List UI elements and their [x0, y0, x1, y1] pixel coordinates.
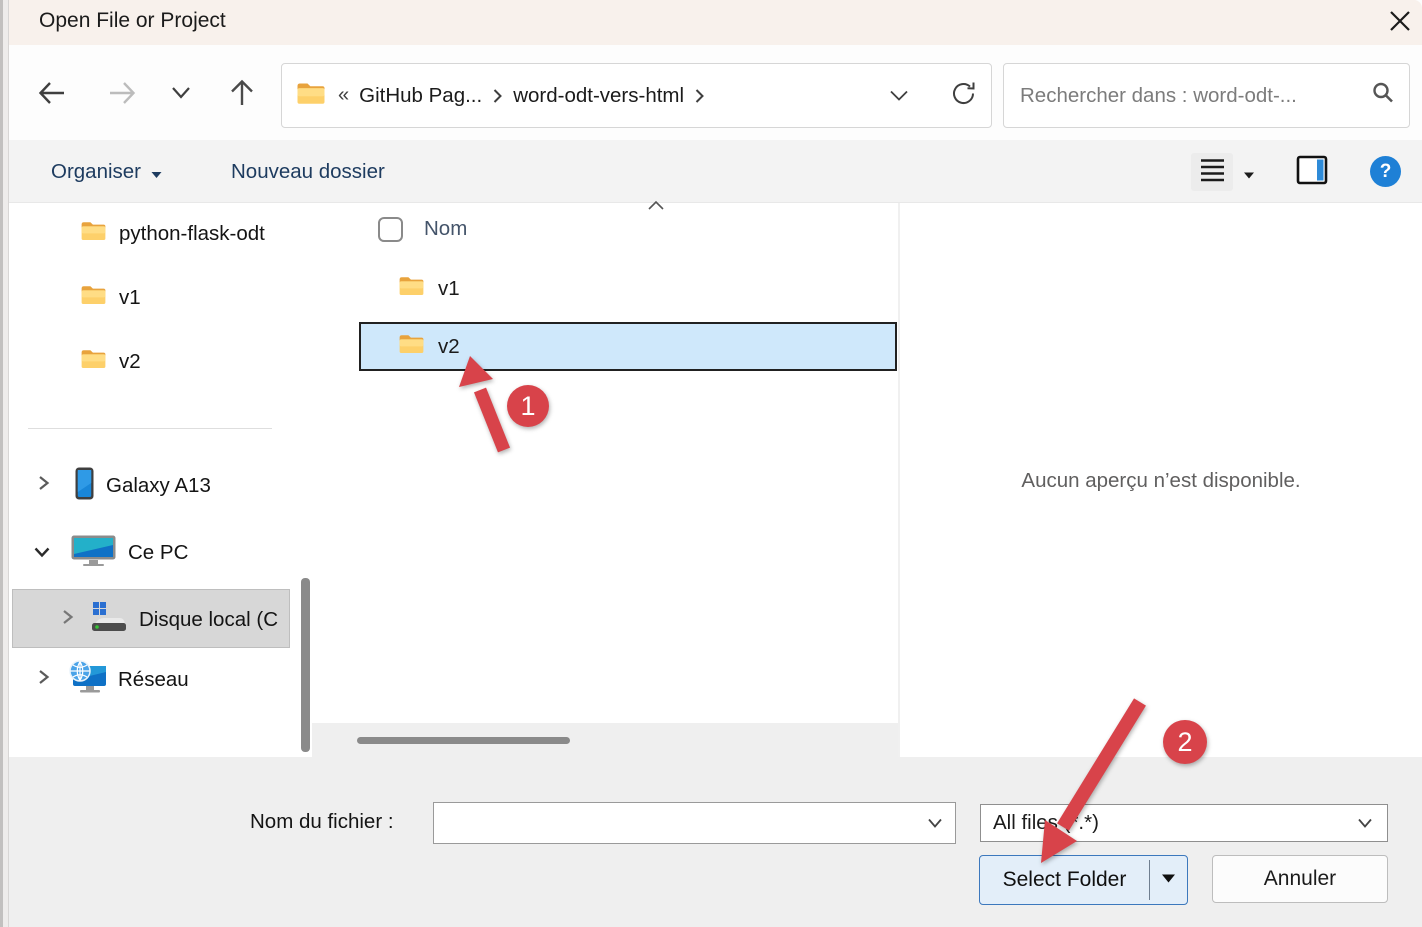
- open-file-dialog: Open File or Project « GitHub Pag...: [0, 0, 1422, 927]
- sidebar-item-v1[interactable]: v1: [80, 278, 141, 318]
- window-edge: [0, 0, 9, 927]
- search-box: [1003, 63, 1410, 128]
- back-button[interactable]: [36, 77, 68, 114]
- folder-icon: [398, 333, 425, 361]
- folder-icon: [80, 284, 107, 312]
- recent-locations-button[interactable]: [170, 85, 192, 106]
- new-folder-label: Nouveau dossier: [231, 160, 385, 184]
- local-disk-row-content: Disque local (C: [60, 598, 278, 642]
- new-folder-button[interactable]: Nouveau dossier: [231, 140, 385, 203]
- filetype-dropdown[interactable]: All files (*.*): [980, 804, 1388, 842]
- select-folder-label: Select Folder: [980, 856, 1149, 904]
- sidebar-scrollbar[interactable]: [301, 578, 310, 752]
- sidebar-item-label: Galaxy A13: [106, 474, 211, 498]
- sidebar-item-label: v2: [119, 350, 141, 374]
- chevron-right-icon: [36, 668, 51, 692]
- sidebar-item-label: Réseau: [118, 668, 189, 692]
- list-view-icon: [1199, 156, 1226, 188]
- close-icon: [1387, 8, 1413, 39]
- chevron-right-icon: [60, 608, 75, 632]
- list-horizontal-scrollbar[interactable]: [357, 737, 570, 744]
- sort-chevron-icon[interactable]: [646, 199, 666, 218]
- search-input[interactable]: [1020, 84, 1371, 108]
- sidebar-item-label: Disque local (C: [139, 608, 278, 632]
- chevron-down-icon: [1357, 817, 1373, 829]
- up-icon: [226, 77, 258, 114]
- filename-input[interactable]: [434, 803, 927, 843]
- titlebar: Open File or Project: [9, 0, 1422, 45]
- help-icon: ?: [1380, 161, 1392, 183]
- filetype-value: All files (*.*): [993, 811, 1099, 835]
- chevron-down-icon: [33, 541, 51, 565]
- view-mode-dropdown[interactable]: [1243, 167, 1255, 185]
- sidebar-item-galaxy-a13[interactable]: Galaxy A13: [36, 464, 211, 508]
- cancel-button[interactable]: Annuler: [1212, 855, 1388, 903]
- organize-label: Organiser: [51, 160, 141, 184]
- filename-label: Nom du fichier :: [250, 810, 394, 834]
- dialog-title: Open File or Project: [39, 9, 226, 33]
- sidebar-item-ce-pc[interactable]: Ce PC: [33, 531, 188, 575]
- close-button[interactable]: [1384, 8, 1416, 38]
- sidebar-item-python-flask-odt[interactable]: python-flask-odt: [80, 214, 301, 254]
- dialog-footer: Nom du fichier : All files (*.*) Select …: [9, 757, 1422, 927]
- sidebar-item-label: v1: [119, 286, 141, 310]
- breadcrumb-overflow-icon[interactable]: «: [338, 84, 349, 107]
- caret-down-icon: [1161, 871, 1176, 889]
- folder-icon: [80, 348, 107, 376]
- folder-icon: [80, 220, 107, 248]
- network-icon: [69, 660, 106, 700]
- cancel-label: Annuler: [1264, 867, 1336, 891]
- caret-down-icon: [151, 161, 162, 185]
- phone-icon: [75, 467, 94, 506]
- filename-combobox: [433, 802, 956, 844]
- chevron-down-icon[interactable]: [927, 817, 943, 829]
- sidebar-item-v2[interactable]: v2: [80, 342, 141, 382]
- chevron-right-icon: [36, 474, 51, 498]
- dialog-toolbar: Organiser Nouveau dossier ?: [9, 140, 1422, 203]
- preview-pane-icon: [1296, 155, 1328, 190]
- file-row-v2-selected[interactable]: v2: [359, 322, 897, 371]
- folder-icon: [296, 81, 326, 111]
- breadcrumb-segment[interactable]: GitHub Pag...: [359, 84, 482, 108]
- breadcrumb-separator-icon: [492, 88, 503, 104]
- forward-icon: [106, 77, 138, 114]
- dialog-content: python-flask-odt v1 v2 Galaxy A13 Ce PC: [9, 203, 1422, 757]
- sidebar-divider: [28, 428, 272, 429]
- breadcrumb-separator-icon: [694, 88, 705, 104]
- forward-button[interactable]: [106, 77, 138, 114]
- caret-down-icon: [1243, 167, 1255, 184]
- file-row-content: v2: [398, 327, 460, 367]
- hard-drive-icon: [91, 602, 127, 638]
- sidebar-item-label: Ce PC: [128, 541, 188, 565]
- select-folder-dropdown[interactable]: [1150, 856, 1187, 904]
- preview-empty-message: Aucun aperçu n’est disponible.: [900, 469, 1422, 493]
- column-header-name[interactable]: Nom: [424, 217, 467, 241]
- folder-icon: [398, 275, 425, 303]
- select-all-checkbox[interactable]: [378, 217, 403, 242]
- refresh-button[interactable]: [950, 80, 977, 112]
- chevron-down-icon: [170, 85, 192, 106]
- view-mode-button[interactable]: [1191, 153, 1233, 191]
- file-name-label: v1: [438, 277, 460, 301]
- help-button[interactable]: ?: [1370, 156, 1401, 187]
- search-icon[interactable]: [1371, 81, 1395, 110]
- select-folder-button[interactable]: Select Folder: [979, 855, 1188, 905]
- sidebar-item-reseau[interactable]: Réseau: [36, 658, 189, 702]
- sidebar-item-label: python-flask-odt: [119, 222, 265, 246]
- navigation-bar: « GitHub Pag... word-odt-vers-html: [9, 45, 1422, 140]
- file-row-v1[interactable]: v1: [398, 269, 460, 309]
- preview-pane-toggle[interactable]: [1295, 155, 1329, 189]
- up-button[interactable]: [226, 77, 258, 114]
- address-dropdown-button[interactable]: [888, 88, 910, 104]
- sidebar-item-local-disk[interactable]: Disque local (C: [12, 589, 290, 648]
- organize-menu-button[interactable]: Organiser: [51, 140, 162, 203]
- address-bar[interactable]: « GitHub Pag... word-odt-vers-html: [281, 63, 992, 128]
- back-icon: [36, 77, 68, 114]
- file-name-label: v2: [438, 335, 460, 359]
- monitor-icon: [71, 535, 116, 572]
- refresh-icon: [950, 80, 977, 112]
- breadcrumb-segment[interactable]: word-odt-vers-html: [513, 84, 684, 108]
